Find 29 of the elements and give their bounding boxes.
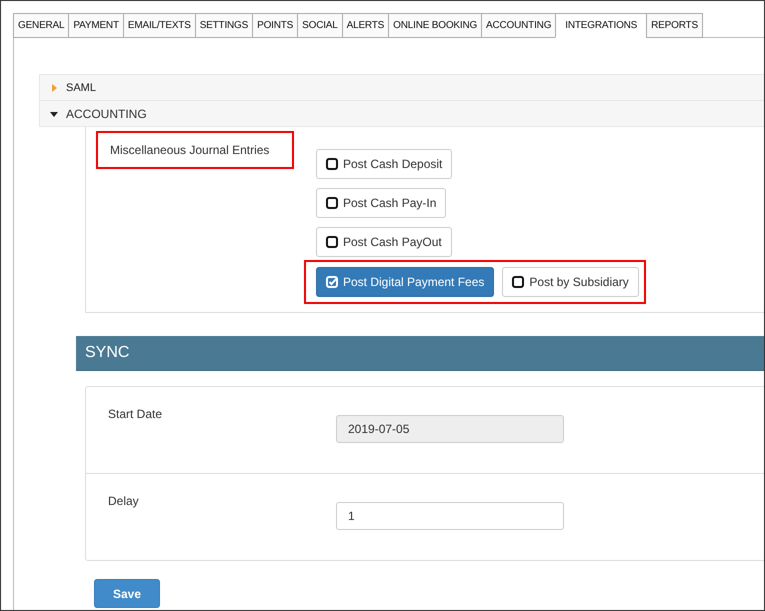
tab[interactable]: ALERTS (342, 13, 388, 38)
tab[interactable]: POINTS (252, 13, 298, 38)
checkbox-icon (326, 158, 338, 170)
checked-box-icon (326, 276, 338, 288)
tab[interactable]: ACCOUNTING (481, 13, 556, 38)
checkbox-icon (326, 236, 338, 248)
section-label: Miscellaneous Journal Entries (96, 131, 294, 169)
toggle-button[interactable]: Post by Subsidiary (502, 267, 639, 297)
tab[interactable]: INTEGRATIONS (555, 13, 646, 38)
tab[interactable]: SOCIAL (297, 13, 342, 38)
accordion-header[interactable]: ACCOUNTING (39, 100, 764, 126)
tab[interactable]: GENERAL (13, 13, 68, 38)
toggle-button[interactable]: Post Cash Deposit (316, 149, 452, 179)
accordion-header[interactable]: SAML (39, 74, 764, 100)
tab[interactable]: SETTINGS (194, 13, 252, 38)
tab[interactable]: PAYMENT (68, 13, 123, 38)
checkbox-icon (512, 276, 524, 288)
section-header: SYNC (76, 336, 764, 371)
tab[interactable]: REPORTS (646, 13, 703, 38)
toggle-button[interactable]: Post Digital Payment Fees (316, 267, 494, 297)
toggle-button[interactable]: Post Cash PayOut (316, 227, 452, 257)
field-label: Delay (108, 493, 140, 510)
save-button[interactable]: Save (94, 579, 160, 608)
toggle-button[interactable]: Post Cash Pay-In (316, 188, 446, 218)
tab[interactable]: EMAIL/TEXTS (122, 13, 195, 38)
tab[interactable]: ONLINE BOOKING (388, 13, 482, 38)
checkbox-icon (326, 197, 338, 209)
field-label: Start Date (108, 406, 164, 423)
input-field[interactable]: 1 (336, 502, 564, 530)
